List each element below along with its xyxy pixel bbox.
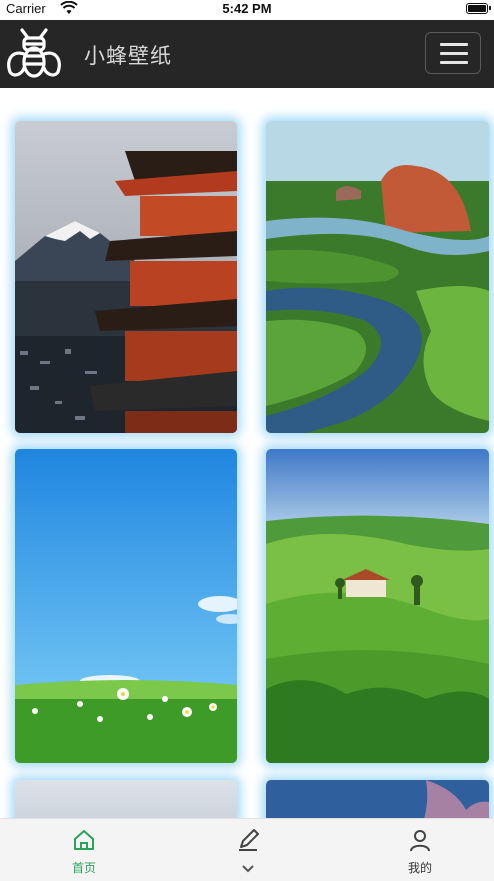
menu-button[interactable] [425,32,481,74]
header-bar: 小蜂壁纸 [0,20,494,88]
wallpaper-green-hills[interactable] [266,449,489,763]
sky-meadow-image [15,449,237,763]
app-title: 小蜂壁纸 [84,44,172,68]
wallpaper-partial-5[interactable] [15,780,237,818]
green-hills-image [266,449,489,763]
chevron-down-icon [242,865,254,873]
status-time: 5:42 PM [222,1,272,16]
battery-icon [466,3,491,14]
wallpaper-grid [0,88,494,818]
user-icon [410,830,430,852]
wallpaper-sky-meadow[interactable] [15,449,237,763]
bottom-tab-bar: 首页 我的 [0,818,494,881]
tab-profile[interactable]: 我的 [360,819,480,881]
river-delta-image [266,121,489,433]
home-icon [74,830,94,850]
partial-image-5 [15,780,237,818]
status-bar: Carrier 5:42 PM [0,0,494,20]
hamburger-menu-icon [440,43,468,46]
partial-image-6 [266,780,489,818]
bee-logo-icon [7,28,61,78]
tab-profile-label: 我的 [407,861,432,875]
pen-icon [239,829,259,851]
tab-home[interactable]: 首页 [24,819,144,881]
wallpaper-river-delta[interactable] [266,121,489,433]
tab-edit[interactable] [188,819,308,881]
tab-home-label: 首页 [71,861,96,875]
wallpaper-fuji-pagoda[interactable] [15,121,237,433]
fuji-pagoda-image [15,121,237,433]
wallpaper-partial-6[interactable] [266,780,489,818]
